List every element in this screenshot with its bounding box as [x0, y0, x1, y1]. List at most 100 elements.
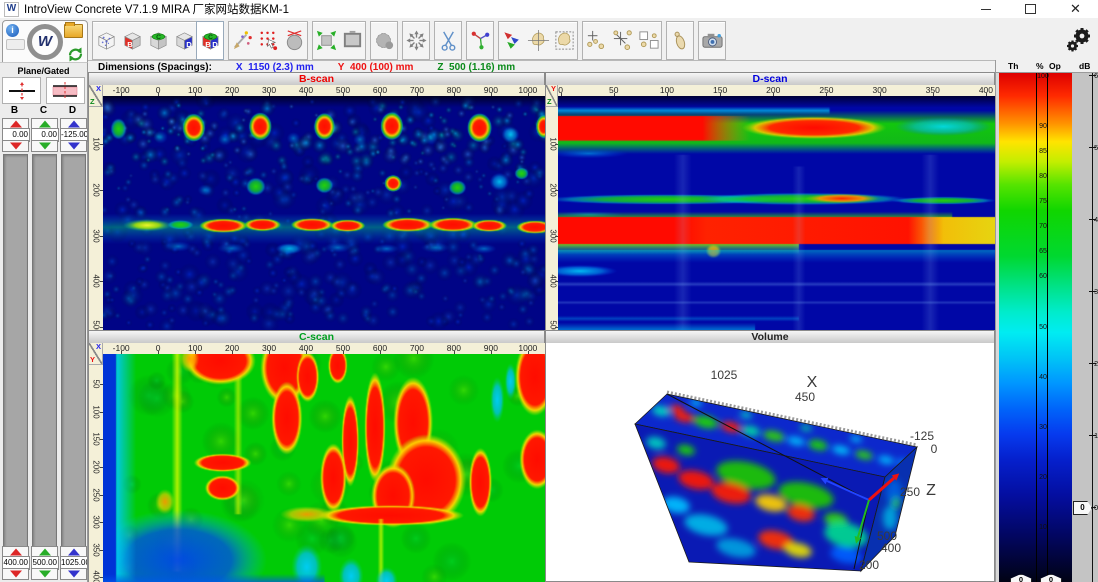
d-scan-title: D-scan [752, 73, 787, 85]
colorbar-header-%: % [1036, 61, 1044, 71]
d-scan-view-button[interactable]: D [171, 22, 197, 59]
all-views-button[interactable]: CBD [197, 22, 223, 59]
B-decrement-button[interactable] [2, 140, 29, 152]
toolbar-group: B C D CBD [92, 21, 224, 60]
snapshot-button[interactable] [699, 22, 725, 59]
panel-layout-button[interactable] [339, 22, 365, 59]
c-scan-image[interactable] [103, 354, 546, 582]
pan-view-button[interactable] [403, 22, 429, 59]
footprint-button[interactable] [667, 22, 693, 59]
dimension-z: Z 500 (1.16) mm [437, 62, 515, 73]
colorbar-percent-label: 70 [1032, 223, 1054, 230]
db-label: 0 [1094, 503, 1098, 512]
colorbar-percent-label: 100 [1032, 73, 1054, 80]
plane-gated-panel: Plane/Gated BCD 0.00400.000.00500.00-125… [0, 62, 88, 582]
blob-copy-button[interactable] [635, 22, 661, 59]
colorbar-percent-label: 10 [1032, 524, 1054, 531]
plane-mode-button[interactable] [2, 77, 41, 104]
axis-letter-row: BCD [0, 105, 87, 116]
volume-title: Volume [751, 331, 788, 343]
dimension-y: Y 400 (100) mm [338, 62, 414, 73]
axis-letter-D: D [58, 105, 87, 116]
fit-view-button[interactable] [313, 22, 339, 59]
logo-panel: i W [2, 20, 88, 66]
db-label: 4 [1094, 215, 1098, 224]
colorbar-percent-label: 50 [1032, 324, 1054, 331]
volume-axis-label: Z [926, 482, 936, 500]
D-decrement-button[interactable] [60, 140, 87, 152]
window-title: IntroView Concrete V7.1.9 MIRA 厂家网站数据KM-… [24, 1, 289, 17]
toolbar-group [498, 21, 578, 60]
db-label: 6 [1094, 71, 1098, 80]
b-scan-image[interactable] [103, 96, 546, 331]
b-scan-axes-corner: XZ [89, 85, 103, 107]
cut-button[interactable] [435, 22, 461, 59]
refresh-button[interactable] [67, 46, 84, 63]
colorbar-header-dB: dB [1079, 61, 1090, 71]
c-scan-title: C-scan [299, 331, 334, 343]
D-slider-track[interactable] [61, 154, 86, 548]
D-bottom-decrement-button[interactable] [60, 568, 87, 580]
gated-mode-button[interactable] [46, 77, 85, 104]
B-slider-track[interactable] [3, 154, 28, 548]
blob-rotate-button[interactable] [525, 22, 551, 59]
blob-scatter-small-button[interactable] [583, 22, 609, 59]
minimize-button[interactable] [963, 0, 1008, 18]
mode-buttons [0, 77, 87, 104]
toolbar-group [402, 21, 430, 60]
toolbar-group [698, 21, 726, 60]
corner-axis-Z: Z [547, 97, 552, 106]
svg-text:B: B [127, 40, 133, 49]
c-scan-panel: C-scan -10001002003004005006007008009001… [88, 330, 545, 582]
colorbar-percent-label: 60 [1032, 273, 1054, 280]
volume-3d-view[interactable]: 1025X450-1250250Z500400200 [546, 343, 994, 581]
multi-cursor-button[interactable] [499, 22, 525, 59]
d-scan-image[interactable] [558, 96, 996, 331]
toolbar-group [312, 21, 366, 60]
colorbar: Th%OpdB 10090858075706560504030201065432… [995, 60, 1098, 582]
merge-blobs-button[interactable] [371, 22, 397, 59]
C-slider-track[interactable] [32, 154, 57, 548]
plane-gated-title: Plane/Gated [0, 66, 87, 76]
corner-axis-X: X [96, 84, 101, 93]
blob-select-button[interactable] [551, 22, 577, 59]
slider-column-D: -125.001025.00 [60, 118, 87, 582]
corner-axis-Y: Y [90, 355, 95, 364]
colorbar-percent-label: 75 [1032, 198, 1054, 205]
marker-points-button[interactable] [229, 22, 255, 59]
settings-gear-button[interactable] [1063, 20, 1095, 60]
B-bottom-decrement-button[interactable] [2, 568, 29, 580]
plane-gated-columns: 0.00400.000.00500.00-125.001025.00 [0, 118, 88, 582]
colorbar-header-Op: Op [1049, 61, 1061, 71]
polyline-button[interactable] [467, 22, 493, 59]
dimension-x: X 1150 (2.3) mm [236, 62, 314, 73]
volume-view-button[interactable] [93, 22, 119, 59]
C-decrement-button[interactable] [31, 140, 58, 152]
app-icon: W [4, 2, 19, 17]
colorbar-percent-label: 30 [1032, 424, 1054, 431]
colorbar-header: Th%OpdB [996, 60, 1098, 73]
introview-logo: W [27, 24, 63, 60]
open-file-button[interactable] [64, 24, 83, 38]
volume-axis-label: 0 [931, 442, 938, 456]
blob-scatter-large-button[interactable] [609, 22, 635, 59]
toolbar-group [666, 21, 694, 60]
toolbar-group [228, 21, 308, 60]
maximize-button[interactable] [1008, 0, 1053, 18]
d-scan-axes-corner: YZ [546, 85, 558, 107]
info-button[interactable]: i [6, 24, 19, 37]
titlebar: W IntroView Concrete V7.1.9 MIRA 厂家网站数据K… [0, 0, 1098, 18]
sphere-button[interactable] [281, 22, 307, 59]
c-scan-view-button[interactable]: C [145, 22, 171, 59]
close-button[interactable]: ✕ [1053, 0, 1098, 18]
b-scan-title: B-scan [299, 73, 334, 85]
svg-text:D: D [186, 40, 192, 49]
b-scan-panel: B-scan -10001002003004005006007008009001… [88, 72, 545, 330]
app-window: W IntroView Concrete V7.1.9 MIRA 厂家网站数据K… [0, 0, 1098, 582]
b-scan-y-axis: 0100200300400500 [89, 96, 104, 331]
b-scan-view-button[interactable]: B [119, 22, 145, 59]
C-bottom-decrement-button[interactable] [31, 568, 58, 580]
slider-column-C: 0.00500.00 [31, 118, 58, 582]
toolbar: B C D CBD [92, 20, 726, 60]
grid-points-button[interactable] [255, 22, 281, 59]
